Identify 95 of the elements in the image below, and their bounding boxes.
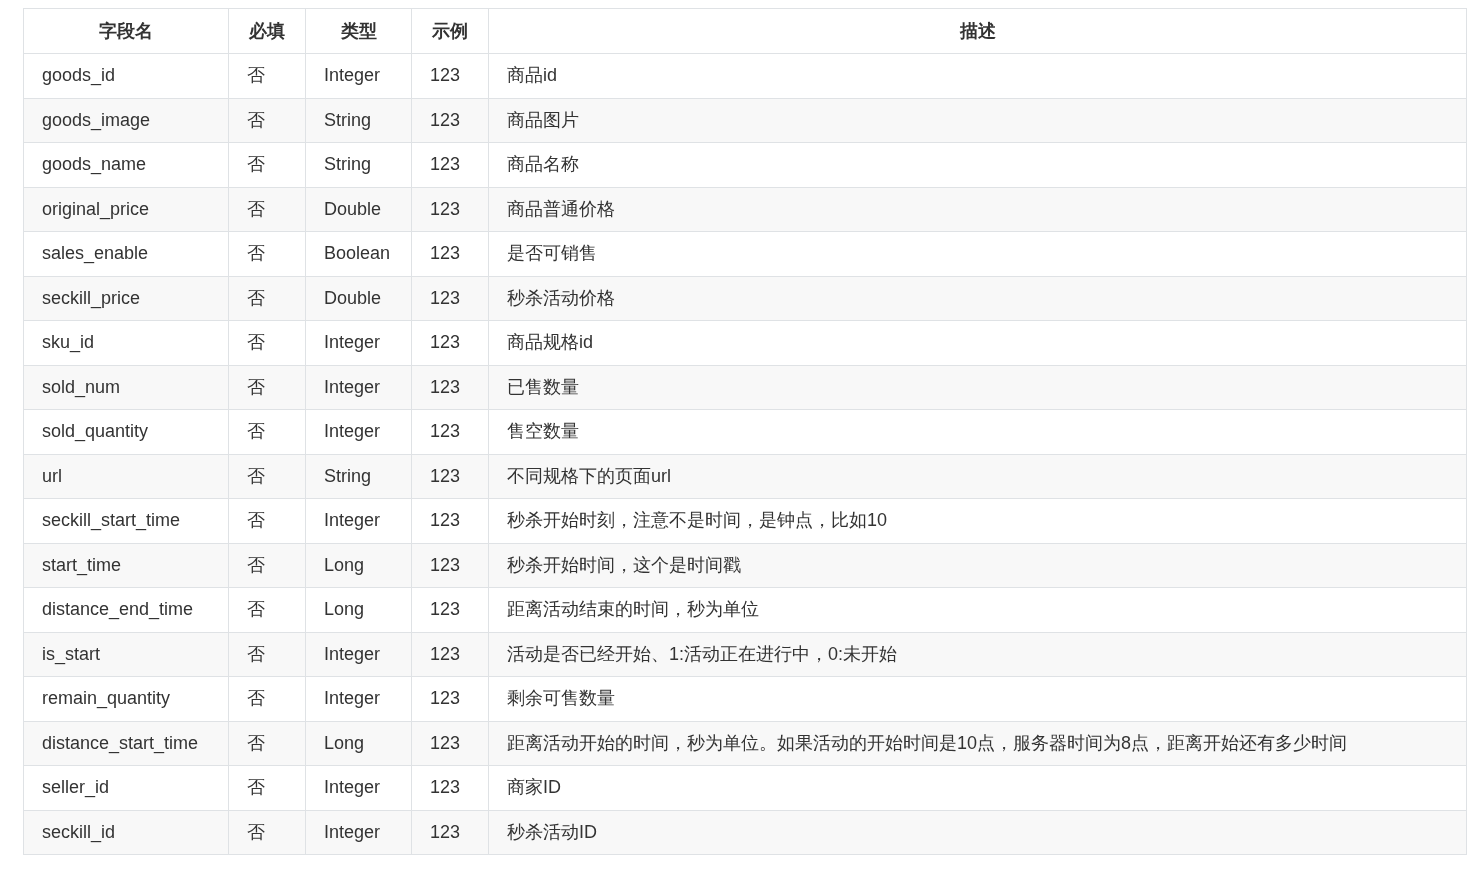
table-cell: 商品普通价格 bbox=[488, 187, 1467, 232]
table-cell: Long bbox=[305, 543, 412, 588]
table-cell: Integer bbox=[305, 498, 412, 543]
table-cell: 否 bbox=[228, 454, 306, 499]
table-cell: 否 bbox=[228, 142, 306, 187]
table-cell: Double bbox=[305, 187, 412, 232]
table-cell: String bbox=[305, 98, 412, 143]
table-cell: sold_num bbox=[23, 365, 229, 410]
table-cell: 商品图片 bbox=[488, 98, 1467, 143]
table-cell: 否 bbox=[228, 276, 306, 321]
table-cell: 123 bbox=[411, 498, 489, 543]
table-cell: 是否可销售 bbox=[488, 231, 1467, 276]
table-cell: 商品id bbox=[488, 53, 1467, 98]
table-cell: remain_quantity bbox=[23, 676, 229, 721]
table-cell: 123 bbox=[411, 632, 489, 677]
table-cell: 123 bbox=[411, 676, 489, 721]
table-cell: goods_name bbox=[23, 142, 229, 187]
table-cell: 123 bbox=[411, 142, 489, 187]
table-cell: 售空数量 bbox=[488, 409, 1467, 454]
column-header: 必填 bbox=[228, 8, 306, 54]
table-cell: is_start bbox=[23, 632, 229, 677]
table-cell: seller_id bbox=[23, 765, 229, 810]
table-cell: String bbox=[305, 454, 412, 499]
table-cell: 否 bbox=[228, 231, 306, 276]
table-cell: 否 bbox=[228, 498, 306, 543]
table-cell: 123 bbox=[411, 587, 489, 632]
column-header: 描述 bbox=[488, 8, 1467, 54]
table-cell: sales_enable bbox=[23, 231, 229, 276]
table-cell: Integer bbox=[305, 409, 412, 454]
table-cell: 否 bbox=[228, 632, 306, 677]
table-cell: 秒杀活动ID bbox=[488, 810, 1467, 855]
table-cell: start_time bbox=[23, 543, 229, 588]
table-cell: 123 bbox=[411, 543, 489, 588]
table-cell: Integer bbox=[305, 632, 412, 677]
table-cell: 否 bbox=[228, 187, 306, 232]
column-header: 字段名 bbox=[23, 8, 229, 54]
table-cell: 123 bbox=[411, 320, 489, 365]
table-cell: 否 bbox=[228, 765, 306, 810]
column-header: 类型 bbox=[305, 8, 412, 54]
table-cell: Long bbox=[305, 721, 412, 766]
table-cell: 否 bbox=[228, 676, 306, 721]
table-cell: 商品名称 bbox=[488, 142, 1467, 187]
table-cell: seckill_price bbox=[23, 276, 229, 321]
table-cell: seckill_start_time bbox=[23, 498, 229, 543]
table-cell: 商品规格id bbox=[488, 320, 1467, 365]
table-cell: Boolean bbox=[305, 231, 412, 276]
table-cell: 秒杀开始时刻，注意不是时间，是钟点，比如10 bbox=[488, 498, 1467, 543]
table-cell: distance_start_time bbox=[23, 721, 229, 766]
table-cell: 距离活动开始的时间，秒为单位。如果活动的开始时间是10点，服务器时间为8点，距离开始还有多少时间 bbox=[488, 721, 1467, 766]
table-cell: 距离活动结束的时间，秒为单位 bbox=[488, 587, 1467, 632]
table-cell: 123 bbox=[411, 231, 489, 276]
table-cell: 否 bbox=[228, 810, 306, 855]
table-cell: 123 bbox=[411, 721, 489, 766]
table-cell: Integer bbox=[305, 320, 412, 365]
table-cell: 否 bbox=[228, 98, 306, 143]
table-cell: 123 bbox=[411, 187, 489, 232]
table-cell: 123 bbox=[411, 53, 489, 98]
table-cell: 否 bbox=[228, 320, 306, 365]
table-cell: 秒杀活动价格 bbox=[488, 276, 1467, 321]
table-cell: 剩余可售数量 bbox=[488, 676, 1467, 721]
table-cell: Integer bbox=[305, 765, 412, 810]
table-cell: 否 bbox=[228, 587, 306, 632]
table-cell: 否 bbox=[228, 721, 306, 766]
table-cell: 否 bbox=[228, 365, 306, 410]
table-cell: sku_id bbox=[23, 320, 229, 365]
table-cell: sold_quantity bbox=[23, 409, 229, 454]
table-cell: 123 bbox=[411, 409, 489, 454]
table-cell: distance_end_time bbox=[23, 587, 229, 632]
table-cell: 123 bbox=[411, 98, 489, 143]
table-cell: 123 bbox=[411, 765, 489, 810]
table-cell: 否 bbox=[228, 543, 306, 588]
table-cell: goods_image bbox=[23, 98, 229, 143]
table-cell: 否 bbox=[228, 53, 306, 98]
table-cell: String bbox=[305, 142, 412, 187]
table-cell: goods_id bbox=[23, 53, 229, 98]
table-cell: 123 bbox=[411, 810, 489, 855]
table-cell: 不同规格下的页面url bbox=[488, 454, 1467, 499]
table-cell: Integer bbox=[305, 53, 412, 98]
table-cell: 秒杀开始时间，这个是时间戳 bbox=[488, 543, 1467, 588]
table-cell: Integer bbox=[305, 810, 412, 855]
table-cell: url bbox=[23, 454, 229, 499]
table-cell: 123 bbox=[411, 276, 489, 321]
table-cell: Double bbox=[305, 276, 412, 321]
table-cell: original_price bbox=[23, 187, 229, 232]
table-cell: Integer bbox=[305, 676, 412, 721]
table-cell: Long bbox=[305, 587, 412, 632]
table-cell: 已售数量 bbox=[488, 365, 1467, 410]
table-cell: seckill_id bbox=[23, 810, 229, 855]
table-cell: 否 bbox=[228, 409, 306, 454]
column-header: 示例 bbox=[411, 8, 489, 54]
table-cell: 123 bbox=[411, 454, 489, 499]
table-cell: Integer bbox=[305, 365, 412, 410]
table-cell: 活动是否已经开始、1:活动正在进行中，0:未开始 bbox=[488, 632, 1467, 677]
table-cell: 商家ID bbox=[488, 765, 1467, 810]
table-cell: 123 bbox=[411, 365, 489, 410]
